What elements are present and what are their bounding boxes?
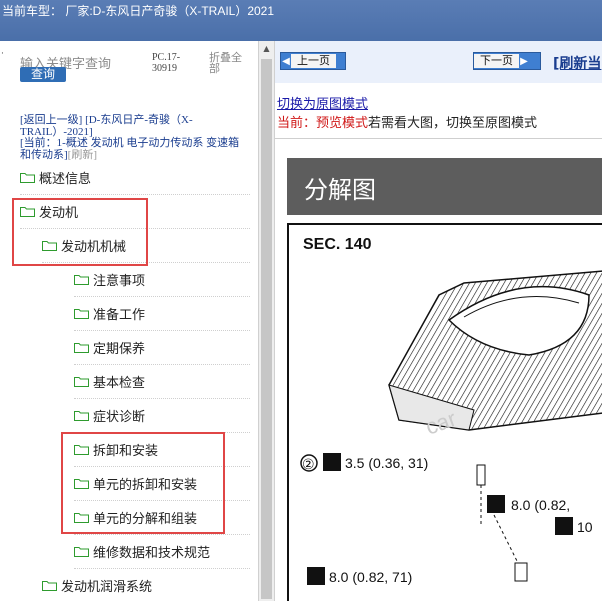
arrow-right-icon: ▶ <box>520 55 528 67</box>
tree-item-preparation[interactable]: 准备工作 <box>74 297 250 331</box>
tree-item-label: 概述信息 <box>39 172 92 187</box>
next-page-label: 下一页 <box>474 54 519 68</box>
panel-dot: · <box>1 49 4 59</box>
torque-value-3: 10 <box>577 519 593 535</box>
torque-callout-3: 10 <box>555 517 593 535</box>
tree-item-basic-inspection[interactable]: 基本检查 <box>74 365 250 399</box>
folder-icon <box>74 546 89 557</box>
highlight-box-engine <box>12 198 148 266</box>
folder-icon <box>20 172 35 183</box>
engine-cover-drawing <box>388 270 602 431</box>
torque-callout-2: 8.0 (0.82, <box>487 495 570 513</box>
torque-value-4: 8.0 (0.82, 71) <box>329 569 412 585</box>
top-bar: 当前车型： 厂家:D-东风日产奇骏（X-TRAIL）2021 <box>0 0 602 41</box>
section-title-band: 分解图 <box>287 158 602 215</box>
folder-icon <box>74 274 89 285</box>
refresh-current-link[interactable]: [刷新当 <box>553 53 601 73</box>
callout-number: ② <box>302 457 315 473</box>
folder-icon <box>42 580 57 591</box>
prev-page-button[interactable]: ◀ 上一页 <box>280 52 346 70</box>
search-button[interactable]: 查询 <box>20 67 66 82</box>
status-hint: 若需看大图，切换至原图模式 <box>368 116 538 131</box>
tree-item-label: 维修数据和技术规范 <box>93 546 211 561</box>
status-prefix: 当前：预览模式 <box>277 116 369 131</box>
torque-icon <box>487 495 505 513</box>
tree-item-label: 发动机润滑系统 <box>61 580 153 595</box>
tree-item-service-data[interactable]: 维修数据和技术规范 <box>74 535 250 569</box>
folder-icon <box>74 342 89 353</box>
sec-label: SEC. 140 <box>303 236 372 253</box>
back-link[interactable]: [返回上一级] <box>20 114 82 126</box>
tree-item-label: 基本检查 <box>93 376 146 391</box>
content-toolbar: ◀ 上一页 下一页 ▶ [刷新当 <box>275 41 602 83</box>
folder-icon <box>74 410 89 421</box>
doc-code: PC.17-30919 <box>152 52 181 74</box>
left-panel: · 输入关键字查询 查询 PC.17-30919 折叠全部 [返回上一级] [D… <box>0 41 258 601</box>
tree-item-periodic-maintenance[interactable]: 定期保养 <box>74 331 250 365</box>
bolt-1 <box>476 464 486 525</box>
tree-item-label: 注意事项 <box>93 274 146 289</box>
prev-page-label: 上一页 <box>291 54 336 68</box>
torque-value-1: 3.5 (0.36, 31) <box>345 455 428 471</box>
tree-item-symptom-diagnosis[interactable]: 症状诊断 <box>74 399 250 433</box>
tree-item-precautions[interactable]: 注意事项 <box>74 263 250 297</box>
tree-item-label: 症状诊断 <box>93 410 146 425</box>
torque-value-2: 8.0 (0.82, <box>511 497 570 513</box>
bolt-2 <box>493 514 528 582</box>
next-page-button[interactable]: 下一页 ▶ <box>473 52 541 70</box>
tree-item-engine-lubrication[interactable]: 发动机润滑系统 <box>42 569 250 601</box>
current-nav: [当前：1-概述 发动机 电子动力传动系 变速箱和传动系][刷新] <box>20 137 250 161</box>
highlight-box-remove-install <box>61 432 225 534</box>
divider <box>275 138 602 139</box>
folder-icon <box>74 308 89 319</box>
back-nav: [返回上一级] [D-东风日产-奇骏（X-TRAIL）-2021] <box>20 114 250 138</box>
arrow-left-icon: ◀ <box>282 55 290 67</box>
scroll-up-icon[interactable]: ▲ <box>259 41 274 56</box>
content-panel: ◀ 上一页 下一页 ▶ [刷新当 切换为原图模式 当前：预览模式若需看大图，切换… <box>275 41 602 601</box>
collapse-all-link[interactable]: 折叠全部 <box>209 52 249 74</box>
torque-icon <box>307 567 325 585</box>
tree-item-label: 定期保养 <box>93 342 146 357</box>
torque-callout-1: ② 3.5 (0.36, 31) <box>300 453 428 473</box>
tree-item-overview[interactable]: 概述信息 <box>20 161 250 195</box>
section-title: 分解图 <box>304 176 376 204</box>
folder-icon <box>74 376 89 387</box>
torque-icon <box>323 453 341 471</box>
refresh-link[interactable]: [刷新] <box>68 149 97 161</box>
torque-icon <box>555 517 573 535</box>
tree-item-label: 准备工作 <box>93 308 146 323</box>
vehicle-title: 当前车型： 厂家:D-东风日产奇骏（X-TRAIL）2021 <box>2 4 275 18</box>
preview-status: 当前：预览模式若需看大图，切换至原图模式 <box>277 112 537 131</box>
scroll-thumb[interactable] <box>261 59 272 599</box>
left-scrollbar[interactable]: ▲ <box>258 41 275 601</box>
current-path: [当前：1-概述 发动机 电子动力传动系 变速箱和传动系] <box>20 137 240 161</box>
switch-original-mode-link[interactable]: 切换为原图模式 <box>277 93 368 112</box>
exploded-diagram: SEC. 140 car ② 3.5 (0.36, 31) 8.0 (0.82,… <box>287 223 602 601</box>
torque-callout-4: 8.0 (0.82, 71) <box>307 567 412 585</box>
